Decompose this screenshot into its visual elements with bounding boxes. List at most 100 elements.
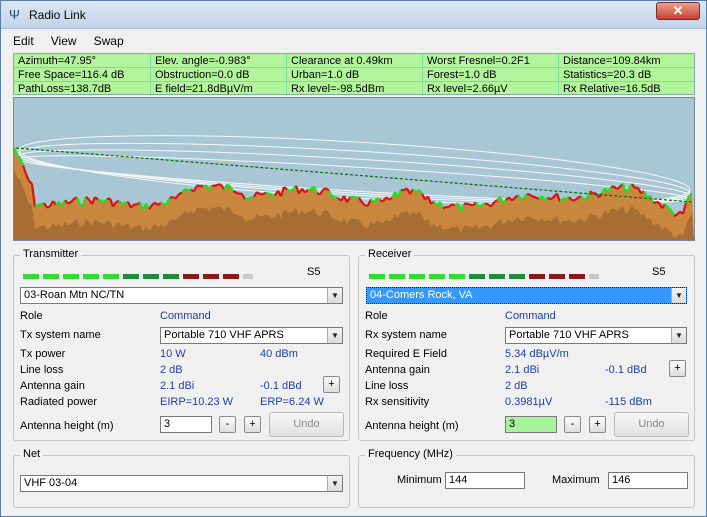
terrain-ridge-segment [331,195,336,199]
signal-segment [243,274,253,279]
frequency-max-label: Maximum [552,474,600,486]
signal-segment [369,274,385,279]
tx-signal-meter [23,270,253,279]
frequency-legend: Frequency (MHz) [365,448,456,460]
transmitter-legend: Transmitter [20,248,82,260]
rx-system-value: Portable 710 VHF APRS [509,329,629,341]
tx-system-select[interactable]: Portable 710 VHF APRS ▼ [160,327,343,344]
tx-site-value: 03-Roan Mtn NC/TN [24,289,125,301]
tx-gain-dbi: 2.1 dBi [160,380,195,392]
stat-distance: Distance=109.84km [559,54,694,68]
rx-height-increment-button[interactable]: + [589,416,606,433]
chevron-down-icon[interactable]: ▼ [327,328,342,343]
chevron-down-icon[interactable]: ▼ [671,288,686,303]
receiver-legend: Receiver [365,248,415,260]
rx-system-label: Rx system name [365,329,447,341]
stat-rx-level-uv: Rx level=2.66µV [423,82,559,96]
menu-view[interactable]: View [51,31,77,51]
signal-segment [469,274,485,279]
tx-height-input[interactable]: 3 [160,416,212,433]
tx-height-increment-button[interactable]: + [244,416,261,433]
menu-bar: Edit View Swap [1,31,706,51]
terrain-ridge-segment [250,195,255,199]
tx-height-label: Antenna height (m) [20,420,114,432]
net-legend: Net [20,448,44,460]
link-statistics-panel: Azimuth=47.95° Elev. angle=-0.983° Clear… [13,53,695,96]
terrain-ridge-segment [37,203,42,207]
chevron-down-icon[interactable]: ▼ [671,328,686,343]
tx-add-antenna-button[interactable]: + [323,376,340,393]
net-select[interactable]: VHF 03-04 ▼ [20,475,343,492]
rx-sensitivity-uv: 0.3981µV [505,396,553,408]
frequency-min-label: Minimum [397,474,442,486]
tx-eirp: EIRP=10.23 W [160,396,234,408]
chevron-down-icon[interactable]: ▼ [327,476,342,491]
frequency-max-input[interactable]: 146 [608,472,688,489]
signal-segment [409,274,425,279]
stat-rx-relative: Rx Relative=16.5dB [563,83,661,95]
signal-segment [183,274,199,279]
stat-path-loss: PathLoss=138.7dB [14,82,151,96]
stat-e-field: E field=21.8dBµV/m [151,82,287,96]
terrain-ridge-segment [121,201,126,206]
rx-efield-value: 5.34 dBµV/m [505,348,569,360]
net-value: VHF 03-04 [24,477,78,489]
terrain-ridge-segment [352,195,357,199]
stat-urban: Urban=1.0 dB [287,68,423,82]
stat-free-space: Free Space=116.4 dB [14,68,151,82]
frequency-min-input[interactable]: 144 [445,472,525,489]
tx-line-loss-label: Line loss [20,364,64,376]
terrain-ridge-segment [388,196,393,201]
tx-power-dbm: 40 dBm [260,348,298,360]
chevron-down-icon[interactable]: ▼ [327,288,342,303]
signal-segment [529,274,545,279]
tx-radiated-label: Radiated power [20,396,98,408]
terrain-ridge-segment [307,188,312,192]
rx-add-antenna-button[interactable]: + [669,360,686,377]
window-title: Radio Link [29,8,86,22]
close-button[interactable]: ✕ [656,2,700,20]
tx-site-select[interactable]: 03-Roan Mtn NC/TN ▼ [20,287,343,304]
terrain-ridge-segment [481,202,486,206]
rx-system-select[interactable]: Portable 710 VHF APRS ▼ [505,327,687,344]
signal-segment [223,274,239,279]
terrain-ridge-segment [520,197,525,201]
title-bar[interactable]: Ψ Radio Link ✕ [1,1,706,29]
stat-rx-level-dbm: Rx level=-98.5dBm [287,82,423,96]
tx-height-decrement-button[interactable]: - [219,416,236,433]
rx-height-input[interactable]: 3 [505,416,557,433]
stat-azimuth: Azimuth=47.95° [14,54,151,68]
rx-site-select[interactable]: 04-Comers Rock, VA ▼ [366,287,687,304]
stat-worst-fresnel: Worst Fresnel=0.2F1 [423,54,559,68]
terrain-ridge-segment [46,205,51,209]
terrain-ridge-segment [484,202,489,206]
rx-site-value: 04-Comers Rock, VA [370,289,473,301]
terrain-ridge-segment [214,183,219,187]
tx-gain-label: Antenna gain [20,380,85,392]
stat-clearance: Clearance at 0.49km [287,54,423,68]
stat-forest: Forest=1.0 dB [423,68,559,82]
tx-undo-button[interactable]: Undo [269,412,344,437]
tx-system-value: Portable 710 VHF APRS [164,329,284,341]
terrain-ridge-segment [97,198,102,202]
terrain-profile[interactable] [13,97,695,241]
rx-undo-button[interactable]: Undo [614,412,689,437]
menu-swap[interactable]: Swap [94,31,124,51]
rx-height-decrement-button[interactable]: - [564,416,581,433]
terrain-ridge-segment [286,188,291,193]
rx-gain-dbi: 2.1 dBi [505,364,540,376]
rx-role-value: Command [505,310,556,322]
menu-edit[interactable]: Edit [13,31,34,51]
terrain-ridge-segment [673,213,678,217]
signal-segment [63,274,79,279]
rx-height-label: Antenna height (m) [365,420,459,432]
rx-gain-label: Antenna gain [365,364,430,376]
stat-obstruction: Obstruction=0.0 dB [151,68,287,82]
signal-segment [509,274,525,279]
radio-link-window: Ψ Radio Link ✕ Edit View Swap Azimuth=47… [0,0,707,517]
tx-role-value: Command [160,310,211,322]
tx-erp: ERP=6.24 W [260,396,324,408]
signal-segment [389,274,405,279]
tx-line-loss-value: 2 dB [160,364,183,376]
signal-segment [143,274,159,279]
